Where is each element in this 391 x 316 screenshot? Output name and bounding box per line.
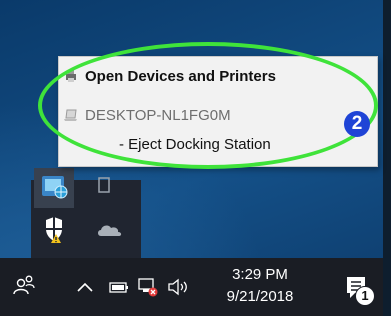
flyout-cell-window[interactable] (91, 168, 131, 208)
onedrive-cloud-icon (98, 225, 122, 236)
clock-date: 9/21/2018 (226, 288, 294, 305)
volume-icon[interactable] (166, 277, 194, 297)
battery-icon[interactable] (108, 279, 130, 295)
clock-time: 3:29 PM (232, 266, 288, 283)
tray-overflow-flyout (31, 168, 141, 266)
taskbar: 3:29 PM 9/21/2018 1 (0, 258, 383, 316)
callout-number-badge: 2 (344, 111, 370, 137)
blank-window-icon (98, 177, 110, 193)
notification-count-badge: 1 (355, 286, 375, 306)
chevron-up-icon[interactable] (76, 280, 94, 294)
flyout-cell-network[interactable] (34, 168, 74, 208)
network-icon[interactable] (136, 276, 160, 298)
network-globe-icon (42, 176, 68, 199)
desktop-edge (383, 0, 391, 316)
flyout-cell-defender[interactable] (34, 210, 74, 250)
highlight-ellipse (38, 42, 378, 169)
taskbar-clock[interactable]: 3:29 PM 9/21/2018 (220, 265, 300, 309)
people-icon[interactable] (12, 272, 38, 298)
flyout-cell-onedrive[interactable] (91, 210, 131, 250)
windows-defender-icon (46, 217, 62, 243)
